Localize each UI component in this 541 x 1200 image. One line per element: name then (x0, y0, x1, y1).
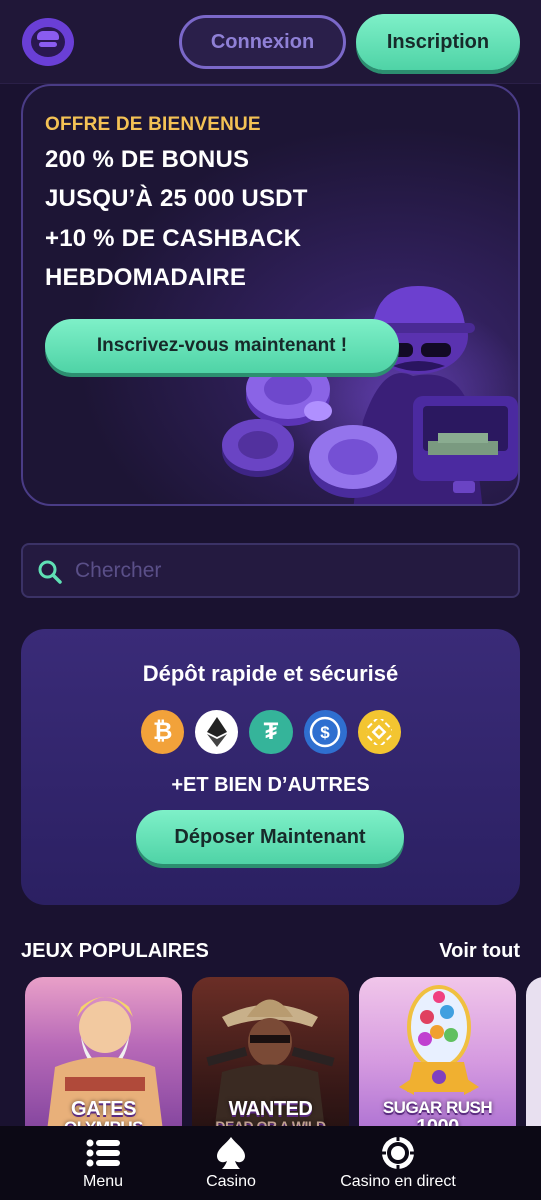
popular-games-title: JEUX POPULAIRES (21, 940, 209, 962)
bottom-navigation: Menu Casino Casino en direct (0, 1126, 541, 1200)
see-all-link[interactable]: Voir tout (439, 940, 520, 963)
nav-item-live-casino[interactable]: Casino en direct (330, 1126, 466, 1200)
game-title: SUGAR RUSH (382, 1098, 493, 1117)
binance-icon (357, 710, 402, 754)
bitcoin-icon: ₿ (141, 710, 185, 754)
roulette-chip-icon (381, 1136, 415, 1170)
signup-button[interactable]: Inscription (356, 14, 520, 70)
game-card-partial[interactable] (526, 977, 541, 1127)
promo-kicker: OFFRE DE BIENVENUE (45, 114, 261, 135)
signup-now-button[interactable]: Inscrivez-vous maintenant ! (45, 319, 399, 373)
nav-item-menu[interactable]: Menu (62, 1126, 144, 1200)
search-bar[interactable] (21, 543, 520, 598)
spade-icon (216, 1136, 246, 1170)
nav-label-casino: Casino (206, 1173, 256, 1190)
nav-item-casino[interactable]: Casino (190, 1126, 272, 1200)
promo-line-1: 200 % DE BONUS (45, 146, 250, 173)
welcome-offer-banner[interactable]: OFFRE DE BIENVENUE 200 % DE BONUS JUSQU’… (21, 84, 520, 506)
nav-label-live-casino: Casino en direct (340, 1173, 456, 1190)
game-card-wanted[interactable]: WANTED DEAD OR A WILD (192, 977, 349, 1127)
deposit-title: Dépôt rapide et sécurisé (142, 661, 399, 686)
top-header: Connexion Inscription (0, 0, 541, 84)
and-more-label: +ET BIEN D’AUTRES (171, 774, 370, 796)
promo-line-3: +10 % DE CASHBACK (45, 225, 302, 252)
svg-text:$: $ (320, 723, 330, 742)
deposit-now-button[interactable]: Déposer Maintenant (136, 810, 404, 864)
popular-games-carousel[interactable]: GATES OLYMPUS WANTED DEAD OR A WILD (25, 977, 541, 1127)
deposit-card: Dépôt rapide et sécurisé ₿ ₮ $ +ET BIEN … (21, 629, 520, 905)
search-input[interactable] (75, 553, 505, 589)
spy-mascot-chips-illustration (222, 286, 518, 504)
tether-icon: ₮ (249, 710, 293, 754)
search-icon (38, 560, 62, 584)
spy-logo-icon[interactable] (22, 18, 74, 66)
ethereum-icon (195, 710, 239, 754)
game-card-gates-olympus[interactable]: GATES OLYMPUS (25, 977, 182, 1127)
menu-icon (86, 1136, 120, 1170)
login-button[interactable]: Connexion (179, 15, 346, 69)
crypto-coins-row: ₿ ₮ $ (141, 710, 402, 756)
usdc-icon: $ (303, 710, 347, 754)
nav-label-menu: Menu (82, 1173, 124, 1190)
game-card-sugar-rush[interactable]: SUGAR RUSH 1000 (359, 977, 516, 1127)
promo-line-2: JUSQU’À 25 000 USDT (45, 185, 308, 212)
